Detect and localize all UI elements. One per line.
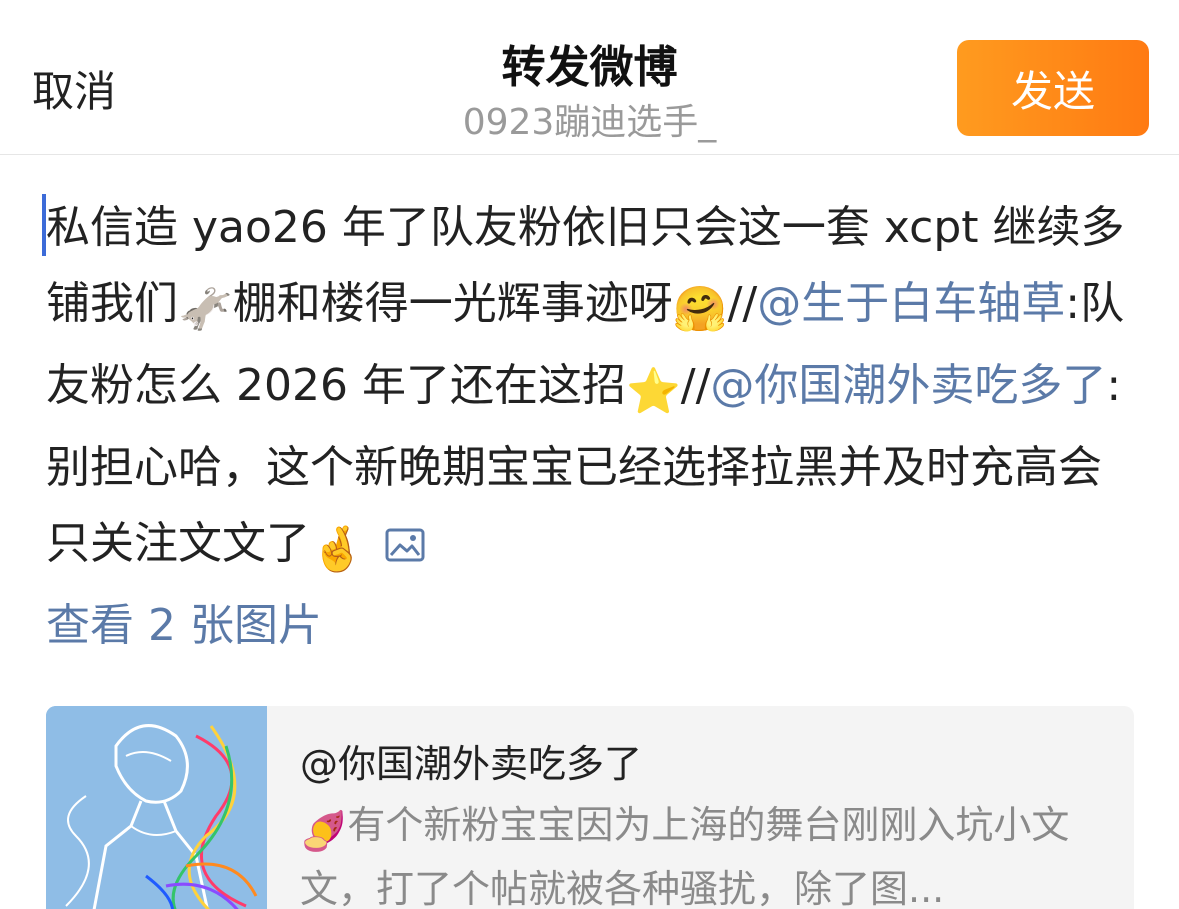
image-icon [385, 528, 425, 562]
send-button[interactable]: 发送 [957, 40, 1149, 136]
donkey-emoji-icon: 🫏 [178, 284, 233, 335]
mention-link[interactable]: @生于白车轴草 [757, 278, 1065, 329]
quoted-post-author: @你国潮外卖吃多了 [300, 742, 643, 786]
compose-text: // [727, 278, 758, 329]
quoted-post-card[interactable]: @你国潮外卖吃多了 🍠有个新粉宝宝因为上海的舞台刚刚入坑小文文，打了个帖就被各种… [46, 706, 1134, 909]
compose-text-area[interactable]: 私信造 yao26 年了队友粉依旧只会这一套 xcpt 继续多铺我们🫏棚和楼得一… [46, 190, 1136, 664]
mention-link[interactable]: @你国潮外卖吃多了 [710, 360, 1106, 411]
laughing-emoji-icon: 🤗 [672, 284, 728, 335]
star-emoji-icon: ⭐ [625, 366, 681, 417]
quoted-post-text: @你国潮外卖吃多了 🍠有个新粉宝宝因为上海的舞台刚刚入坑小文文，打了个帖就被各种… [300, 736, 1110, 909]
compose-text: 棚和楼得一光辉事迹呀 [232, 278, 673, 329]
nav-bar: 取消 转发微博 0923蹦迪选手_ 发送 [0, 0, 1179, 155]
post-thumbnail [46, 706, 267, 909]
compose-text: // [680, 360, 711, 411]
quoted-post-snippet: 有个新粉宝宝因为上海的舞台刚刚入坑小文文，打了个帖就被各种骚扰，除了图... [300, 803, 1070, 909]
sweet-potato-emoji-icon: 🍠 [300, 809, 348, 853]
quoted-post-body: 🍠有个新粉宝宝因为上海的舞台刚刚入坑小文文，打了个帖就被各种骚扰，除了图... [300, 796, 1110, 909]
view-images-link[interactable]: 查看 2 张图片 [46, 600, 322, 651]
crossed-fingers-emoji-icon: 🤞 [310, 524, 365, 575]
